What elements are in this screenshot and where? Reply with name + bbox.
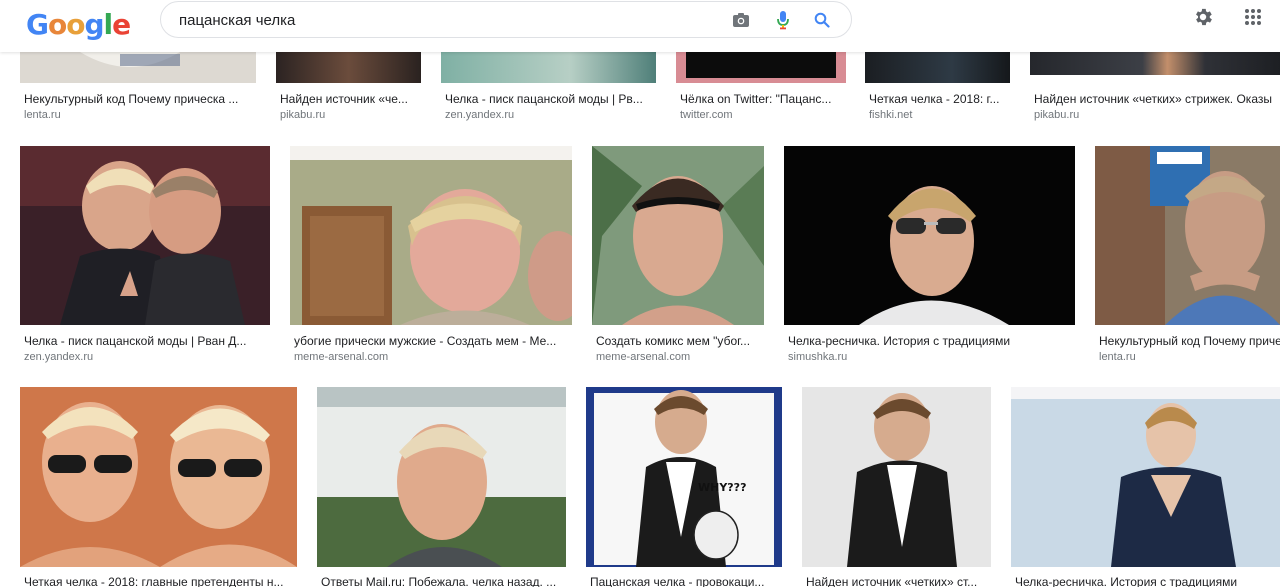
logo-letter: l bbox=[103, 8, 114, 41]
result-thumbnail bbox=[676, 52, 846, 83]
result-title: Челка - писк пацанской моды | Рван Д... bbox=[24, 334, 247, 348]
image-result[interactable]: Четкая челка - 2018: г... fishki.net bbox=[865, 52, 1010, 122]
result-title: Найден источник «четких» стрижек. Оказы bbox=[1034, 92, 1272, 106]
result-title: Найден источник «четких» ст... bbox=[806, 575, 978, 587]
result-thumbnail bbox=[784, 146, 1075, 325]
result-title: Чёлка on Twitter: "Пацанс... bbox=[680, 92, 832, 106]
result-source: lenta.ru bbox=[1099, 351, 1136, 363]
image-result[interactable]: Создать комикс мем "убог... meme-arsenal… bbox=[592, 146, 764, 368]
result-thumbnail bbox=[802, 387, 991, 567]
result-thumbnail bbox=[592, 146, 764, 325]
result-thumbnail bbox=[290, 146, 572, 325]
result-title: Четкая челка - 2018: г... bbox=[869, 92, 1000, 106]
image-result[interactable]: Челка - писк пацанской моды | Рв... zen.… bbox=[441, 52, 656, 122]
image-result[interactable]: Найден источник «четких» ст... bbox=[802, 387, 991, 587]
result-thumbnail bbox=[1095, 146, 1280, 325]
image-result[interactable]: убогие прически мужские - Создать мем - … bbox=[290, 146, 572, 368]
result-source: twitter.com bbox=[680, 109, 733, 121]
result-thumbnail bbox=[1011, 387, 1280, 567]
result-thumbnail bbox=[317, 387, 566, 567]
result-title: Ответы Mail.ru: Побежала. челка назад. .… bbox=[321, 575, 557, 587]
microphone-icon[interactable] bbox=[772, 9, 794, 31]
image-result[interactable]: Челка - писк пацанской моды | Рван Д... … bbox=[20, 146, 270, 368]
image-search-page: Google Некультурный код Почему прическа … bbox=[0, 0, 1280, 587]
result-source: meme-arsenal.com bbox=[596, 351, 691, 363]
result-title: Челка-ресничка. История с традициями bbox=[788, 334, 1011, 348]
result-source: pikabu.ru bbox=[1034, 109, 1080, 121]
image-result[interactable]: Четкая челка - 2018: главные претенденты… bbox=[20, 387, 297, 587]
result-source: lenta.ru bbox=[24, 109, 61, 121]
google-logo[interactable]: Google bbox=[26, 8, 131, 41]
image-result[interactable]: Чёлка on Twitter: "Пацанс... twitter.com bbox=[676, 52, 846, 122]
search-box bbox=[160, 1, 852, 38]
result-title: Некультурный код Почему прическа ... bbox=[24, 92, 239, 106]
header-bar: Google bbox=[0, 0, 1280, 52]
logo-letter: G bbox=[26, 8, 49, 41]
result-thumbnail bbox=[865, 52, 1010, 83]
search-input[interactable] bbox=[179, 10, 719, 30]
image-result[interactable]: WHY??? Пацанская челка - провокаци... bbox=[586, 387, 782, 587]
result-title: Некультурный код Почему приче bbox=[1099, 334, 1280, 348]
result-thumbnail: WHY??? bbox=[586, 387, 782, 567]
result-thumbnail bbox=[441, 52, 656, 83]
result-title: Челка-ресничка. История с традициями bbox=[1015, 575, 1238, 587]
result-title: убогие прически мужские - Создать мем - … bbox=[294, 334, 557, 348]
logo-letter: o bbox=[47, 8, 67, 41]
result-thumbnail bbox=[20, 146, 270, 325]
result-title: Четкая челка - 2018: главные претенденты… bbox=[24, 575, 284, 587]
image-result[interactable]: Челка-ресничка. История с традициями sim… bbox=[784, 146, 1075, 368]
result-thumbnail bbox=[20, 387, 297, 567]
result-title: Пацанская челка - провокаци... bbox=[590, 575, 765, 587]
result-thumbnail bbox=[20, 52, 256, 83]
result-thumbnail bbox=[276, 52, 421, 83]
image-result[interactable]: Челка-ресничка. История с традициями bbox=[1011, 387, 1280, 587]
apps-grid-icon[interactable] bbox=[1241, 5, 1265, 29]
result-source: zen.yandex.ru bbox=[24, 351, 94, 363]
image-result[interactable]: Найден источник «че... pikabu.ru bbox=[276, 52, 421, 122]
result-thumbnail bbox=[1030, 52, 1280, 75]
search-icon[interactable] bbox=[811, 9, 833, 31]
result-source: fishki.net bbox=[869, 109, 913, 121]
logo-letter: e bbox=[112, 8, 131, 41]
result-source: pikabu.ru bbox=[280, 109, 326, 121]
image-result[interactable]: Найден источник «четких» стрижек. Оказы … bbox=[1030, 52, 1280, 122]
image-result[interactable]: Ответы Mail.ru: Побежала. челка назад. .… bbox=[317, 387, 566, 587]
logo-letter: o bbox=[66, 8, 85, 41]
result-title: Челка - писк пацанской моды | Рв... bbox=[445, 92, 643, 106]
result-source: simushka.ru bbox=[788, 351, 848, 363]
result-source: zen.yandex.ru bbox=[445, 109, 515, 121]
image-result[interactable]: Некультурный код Почему приче lenta.ru bbox=[1095, 146, 1280, 368]
result-title: Найден источник «че... bbox=[280, 92, 408, 106]
result-source: meme-arsenal.com bbox=[294, 351, 389, 363]
image-result[interactable]: Некультурный код Почему прическа ... len… bbox=[20, 52, 256, 122]
camera-icon[interactable] bbox=[730, 9, 752, 31]
result-title: Создать комикс мем "убог... bbox=[596, 334, 751, 348]
gear-icon[interactable] bbox=[1191, 5, 1215, 29]
meme-text: WHY??? bbox=[698, 481, 746, 494]
logo-letter: g bbox=[84, 8, 104, 41]
